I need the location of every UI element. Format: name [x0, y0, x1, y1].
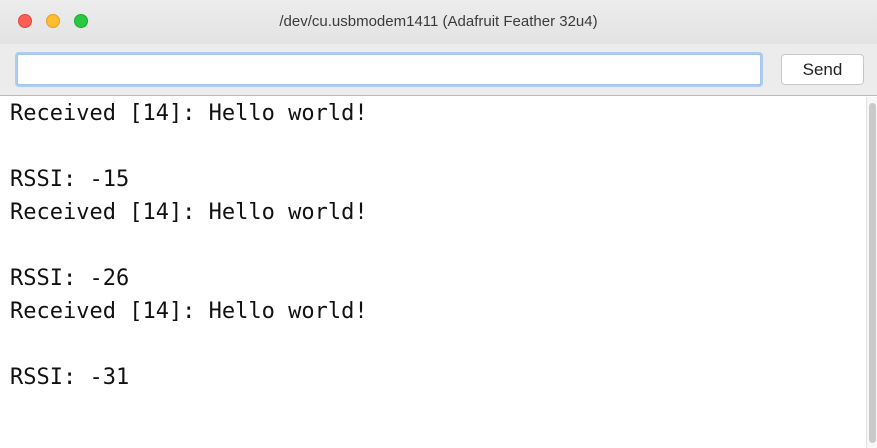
title-bar: /dev/cu.usbmodem1411 (Adafruit Feather 3… [0, 0, 877, 44]
input-toolbar: Send [0, 44, 877, 96]
vertical-scrollbar[interactable] [866, 97, 877, 448]
serial-output: Received [14]: Hello world! RSSI: -15 Re… [0, 97, 866, 448]
send-button[interactable]: Send [781, 54, 864, 85]
output-line: RSSI: -31 [10, 365, 130, 390]
serial-monitor-window: /dev/cu.usbmodem1411 (Adafruit Feather 3… [0, 0, 877, 448]
output-line: RSSI: -26 [10, 266, 130, 291]
window-title: /dev/cu.usbmodem1411 (Adafruit Feather 3… [279, 13, 598, 30]
scrollbar-thumb[interactable] [869, 103, 876, 443]
output-line: Received [14]: Hello world! [10, 101, 368, 126]
output-line: Received [14]: Hello world! [10, 299, 368, 324]
serial-input-field[interactable] [17, 54, 761, 85]
output-line: RSSI: -15 [10, 167, 130, 192]
output-line: Received [14]: Hello world! [10, 200, 368, 225]
